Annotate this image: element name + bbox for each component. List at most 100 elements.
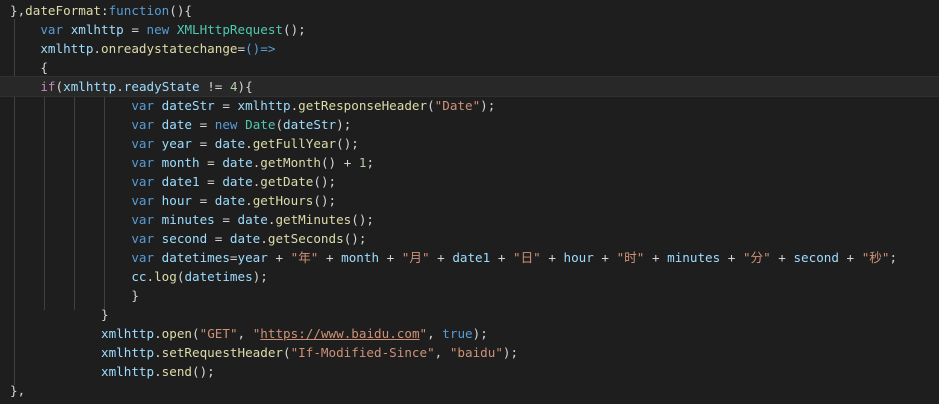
code-token: if — [40, 79, 56, 94]
code-line[interactable]: var second = date.getSeconds(); — [0, 229, 939, 248]
code-line[interactable]: } — [0, 286, 939, 305]
code-line[interactable]: xmlhttp.open("GET", "https://www.baidu.c… — [0, 324, 939, 343]
code-line[interactable]: var datetimes=year + "年" + month + "月" +… — [0, 248, 939, 267]
code-token: log — [154, 269, 177, 284]
code-token: getHours — [252, 193, 314, 208]
code-line[interactable]: } — [0, 305, 939, 324]
code-token: date — [214, 136, 246, 151]
code-token: "Date" — [434, 98, 481, 113]
code-token: ); — [472, 326, 488, 341]
code-line[interactable]: var dateStr = xmlhttp.getResponseHeader(… — [0, 96, 939, 115]
code-token: + — [593, 250, 617, 265]
code-line[interactable]: },dateFormat:function(){ — [0, 1, 939, 20]
code-token: "秒" — [861, 250, 890, 265]
code-token: ( — [192, 326, 200, 341]
code-line[interactable]: }, — [0, 381, 939, 400]
code-token: ( — [283, 345, 291, 360]
code-line[interactable]: var month = date.getMonth() + 1; — [0, 153, 939, 172]
code-token: var — [131, 155, 155, 170]
code-token: () + — [320, 155, 359, 170]
code-token: = — [192, 136, 215, 151]
code-token: ()=> — [245, 41, 276, 56]
code-token: minutes — [667, 250, 721, 265]
code-line[interactable]: if(xmlhttp.readyState != 4){ — [0, 76, 939, 97]
code-token: xmlhttp — [40, 41, 94, 56]
code-token: open — [161, 326, 193, 341]
code-token: date — [222, 174, 253, 189]
code-line[interactable]: var date = new Date(dateStr); — [0, 115, 939, 134]
code-token: xmlhttp — [70, 22, 124, 37]
code-token: 4 — [229, 79, 238, 94]
code-token: }, — [10, 383, 26, 398]
code-token: datetimes — [161, 250, 230, 265]
code-token: + — [838, 250, 862, 265]
code-token: var — [131, 231, 155, 246]
code-line[interactable]: xmlhttp.onreadystatechange=()=> — [0, 39, 939, 58]
code-token: , — [427, 326, 443, 341]
code-token: getMonth — [260, 155, 321, 170]
code-token: } — [10, 307, 109, 322]
code-token: + — [540, 250, 564, 265]
code-token: + — [379, 250, 402, 265]
code-token: ( — [275, 117, 284, 132]
code-line[interactable]: var xmlhttp = new XMLHttpRequest(); — [0, 20, 939, 39]
code-token: + — [490, 250, 513, 265]
code-token: date1 — [452, 250, 491, 265]
code-token: "分" — [742, 250, 771, 265]
code-line[interactable]: var year = date.getFullYear(); — [0, 134, 939, 153]
code-token: . — [116, 79, 124, 94]
code-token: "baidu" — [449, 345, 503, 360]
code-token: . — [93, 41, 102, 56]
code-token: + — [429, 250, 453, 265]
code-token: ); — [480, 98, 496, 113]
code-line[interactable]: xmlhttp.setRequestHeader("If-Modified-Si… — [0, 343, 939, 362]
code-token: "日" — [512, 250, 541, 265]
code-token: = — [199, 155, 223, 170]
code-token: var — [131, 212, 155, 227]
code-token: var — [131, 136, 155, 151]
code-token: function — [108, 3, 170, 18]
code-token: datetimes — [184, 269, 253, 284]
code-token: ; — [366, 155, 375, 170]
code-token: "月" — [401, 250, 430, 265]
code-token: . — [245, 193, 253, 208]
code-line[interactable]: cc.log(datetimes); — [0, 267, 939, 286]
code-editor[interactable]: },dateFormat:function(){ var xmlhttp = n… — [0, 0, 939, 404]
code-token: dateStr — [161, 98, 215, 113]
code-line[interactable]: var date1 = date.getDate(); — [0, 172, 939, 191]
code-token: var — [131, 250, 155, 265]
code-line[interactable]: xmlhttp.send(); — [0, 362, 939, 381]
code-token: . — [154, 345, 162, 360]
code-token: = — [207, 231, 230, 246]
code-token: , — [434, 345, 450, 360]
code-token: (){ — [169, 3, 193, 18]
code-line[interactable]: var hour = date.getHours(); — [0, 191, 939, 210]
code-token: . — [260, 231, 268, 246]
code-token: . — [146, 269, 155, 284]
code-token: } — [131, 288, 139, 303]
code-token: { — [10, 60, 48, 75]
code-token: getFullYear — [252, 136, 337, 151]
code-token: (); — [283, 22, 306, 37]
code-token: var — [131, 98, 155, 113]
code-token: true — [442, 326, 473, 341]
code-token: ; — [889, 250, 898, 265]
code-token: month — [341, 250, 380, 265]
code-line[interactable]: { — [0, 58, 939, 77]
code-token: (); — [343, 231, 367, 246]
code-token: send — [161, 364, 193, 379]
code-line[interactable]: var minutes = date.getMinutes(); — [0, 210, 939, 229]
code-token: cc — [131, 269, 147, 284]
